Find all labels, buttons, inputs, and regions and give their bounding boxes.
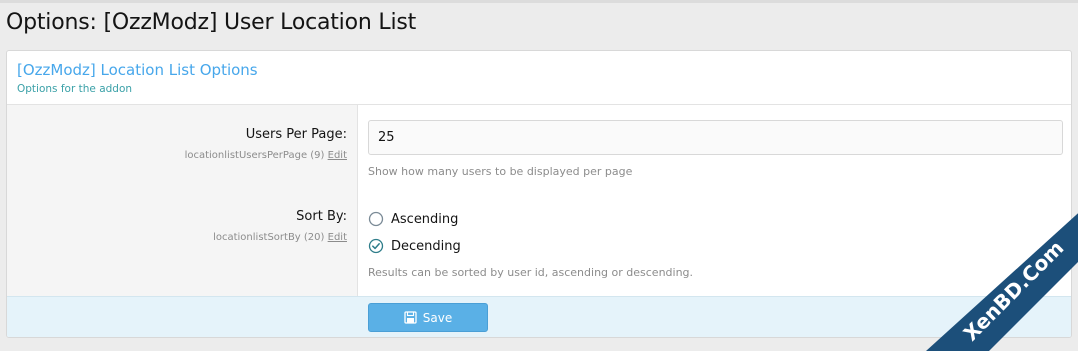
- options-block: [OzzModz] Location List Options Options …: [6, 50, 1072, 338]
- watermark-banner: XenBD.Com: [926, 206, 1078, 351]
- sort-by-key: locationlistSortBy (20): [213, 232, 325, 243]
- users-per-page-key: locationlistUsersPerPage (9): [184, 150, 325, 161]
- option-rows: Users Per Page: locationlistUsersPerPage…: [7, 105, 1071, 296]
- users-per-page-label: Users Per Page:: [245, 127, 347, 142]
- radio-checked-icon: [368, 238, 384, 254]
- block-description: Options for the addon: [17, 83, 133, 95]
- sort-by-hint: Results can be sorted by user id, ascend…: [368, 266, 694, 279]
- block-title: [OzzModz] Location List Options: [17, 61, 258, 79]
- block-header: [OzzModz] Location List Options Options …: [7, 51, 1071, 105]
- page-title: Options: [OzzModz] User Location List: [6, 10, 417, 35]
- users-per-page-meta: locationlistUsersPerPage (9) Edit: [185, 150, 347, 161]
- watermark-text: XenBD.Com: [959, 236, 1069, 346]
- users-per-page-input[interactable]: [368, 120, 1063, 155]
- radio-unchecked-icon: [368, 211, 384, 227]
- radio-decending-label: Decending: [391, 238, 461, 254]
- label-column: Users Per Page: locationlistUsersPerPage…: [7, 105, 358, 296]
- radio-ascending-label: Ascending: [391, 211, 459, 227]
- sort-by-label: Sort By:: [296, 209, 347, 224]
- save-icon: [404, 311, 417, 324]
- users-per-page-hint: Show how many users to be displayed per …: [368, 165, 633, 178]
- save-button-label: Save: [422, 310, 453, 325]
- save-button[interactable]: Save: [368, 303, 488, 332]
- sort-by-meta: locationlistSortBy (20) Edit: [213, 232, 347, 243]
- radio-decending[interactable]: Decending: [368, 238, 461, 254]
- radio-ascending[interactable]: Ascending: [368, 211, 458, 227]
- users-per-page-edit-link[interactable]: Edit: [328, 150, 347, 161]
- form-footer: Save: [7, 296, 1071, 337]
- sort-by-edit-link[interactable]: Edit: [328, 232, 347, 243]
- top-edge: [0, 0, 1078, 3]
